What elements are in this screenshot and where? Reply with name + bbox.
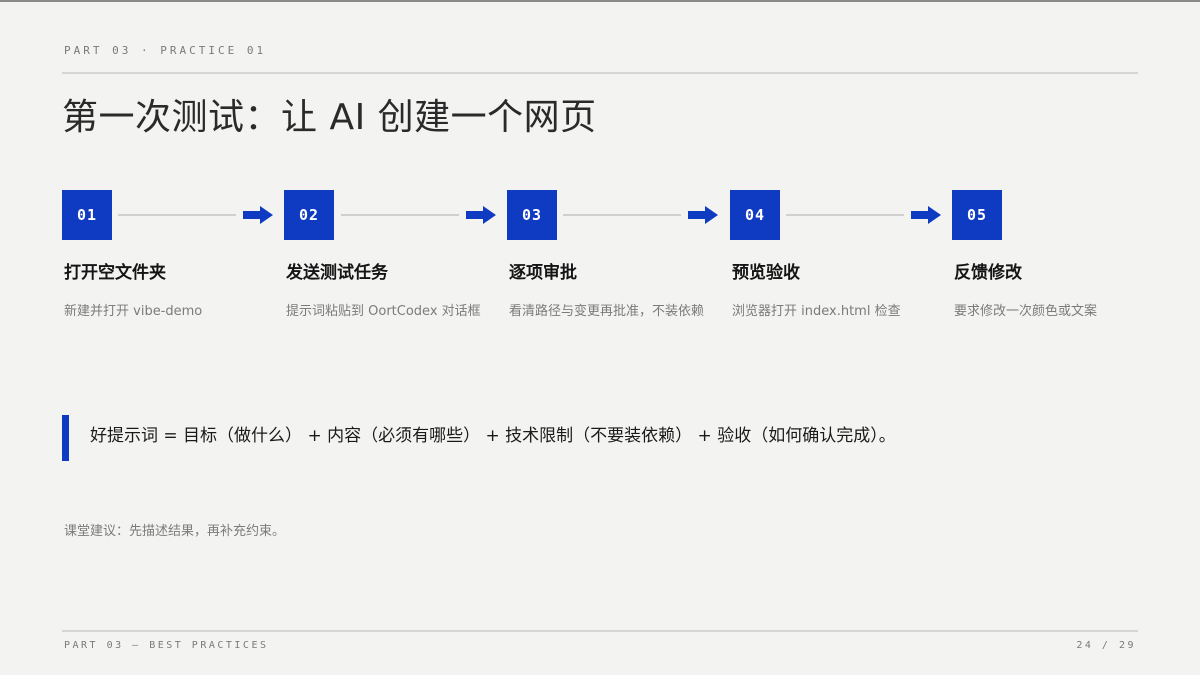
step-connector-line [786, 214, 904, 216]
arrow-right-icon [911, 206, 941, 224]
step-number-badge: 01 [62, 190, 112, 240]
page-number: 24 / 29 [1076, 640, 1136, 651]
step-title: 预览验收 [732, 263, 800, 283]
footer-divider [62, 630, 1138, 632]
step-number-badge: 04 [730, 190, 780, 240]
callout-accent-bar [62, 415, 69, 461]
step-description: 提示词粘贴到 OortCodex 对话框 [286, 304, 481, 319]
footer-section-label: PART 03 — BEST PRACTICES [64, 640, 269, 651]
step-description: 要求修改一次颜色或文案 [954, 304, 1098, 319]
step-title: 发送测试任务 [286, 263, 388, 283]
step-number-badge: 05 [952, 190, 1002, 240]
step-title: 打开空文件夹 [64, 263, 166, 283]
step-5: 05 反馈修改 要求修改一次颜色或文案 [952, 190, 1172, 330]
callout-text: 好提示词 = 目标（做什么） + 内容（必须有哪些） + 技术限制（不要装依赖）… [90, 426, 896, 446]
top-border [0, 0, 1200, 2]
step-number-badge: 02 [284, 190, 334, 240]
step-connector-line [341, 214, 459, 216]
arrow-right-icon [466, 206, 496, 224]
header-divider [62, 72, 1138, 74]
section-kicker: PART 03 · PRACTICE 01 [64, 44, 267, 57]
step-description: 新建并打开 vibe-demo [64, 304, 203, 319]
page-title: 第一次测试：让 AI 创建一个网页 [62, 97, 597, 138]
step-description: 浏览器打开 index.html 检查 [732, 304, 901, 319]
step-number-badge: 03 [507, 190, 557, 240]
arrow-right-icon [243, 206, 273, 224]
step-title: 逐项审批 [509, 263, 577, 283]
arrow-right-icon [688, 206, 718, 224]
classroom-note: 课堂建议：先描述结果，再补充约束。 [64, 524, 286, 539]
step-title: 反馈修改 [954, 263, 1022, 283]
step-description: 看清路径与变更再批准，不装依赖 [509, 304, 705, 319]
step-connector-line [118, 214, 236, 216]
step-connector-line [563, 214, 681, 216]
